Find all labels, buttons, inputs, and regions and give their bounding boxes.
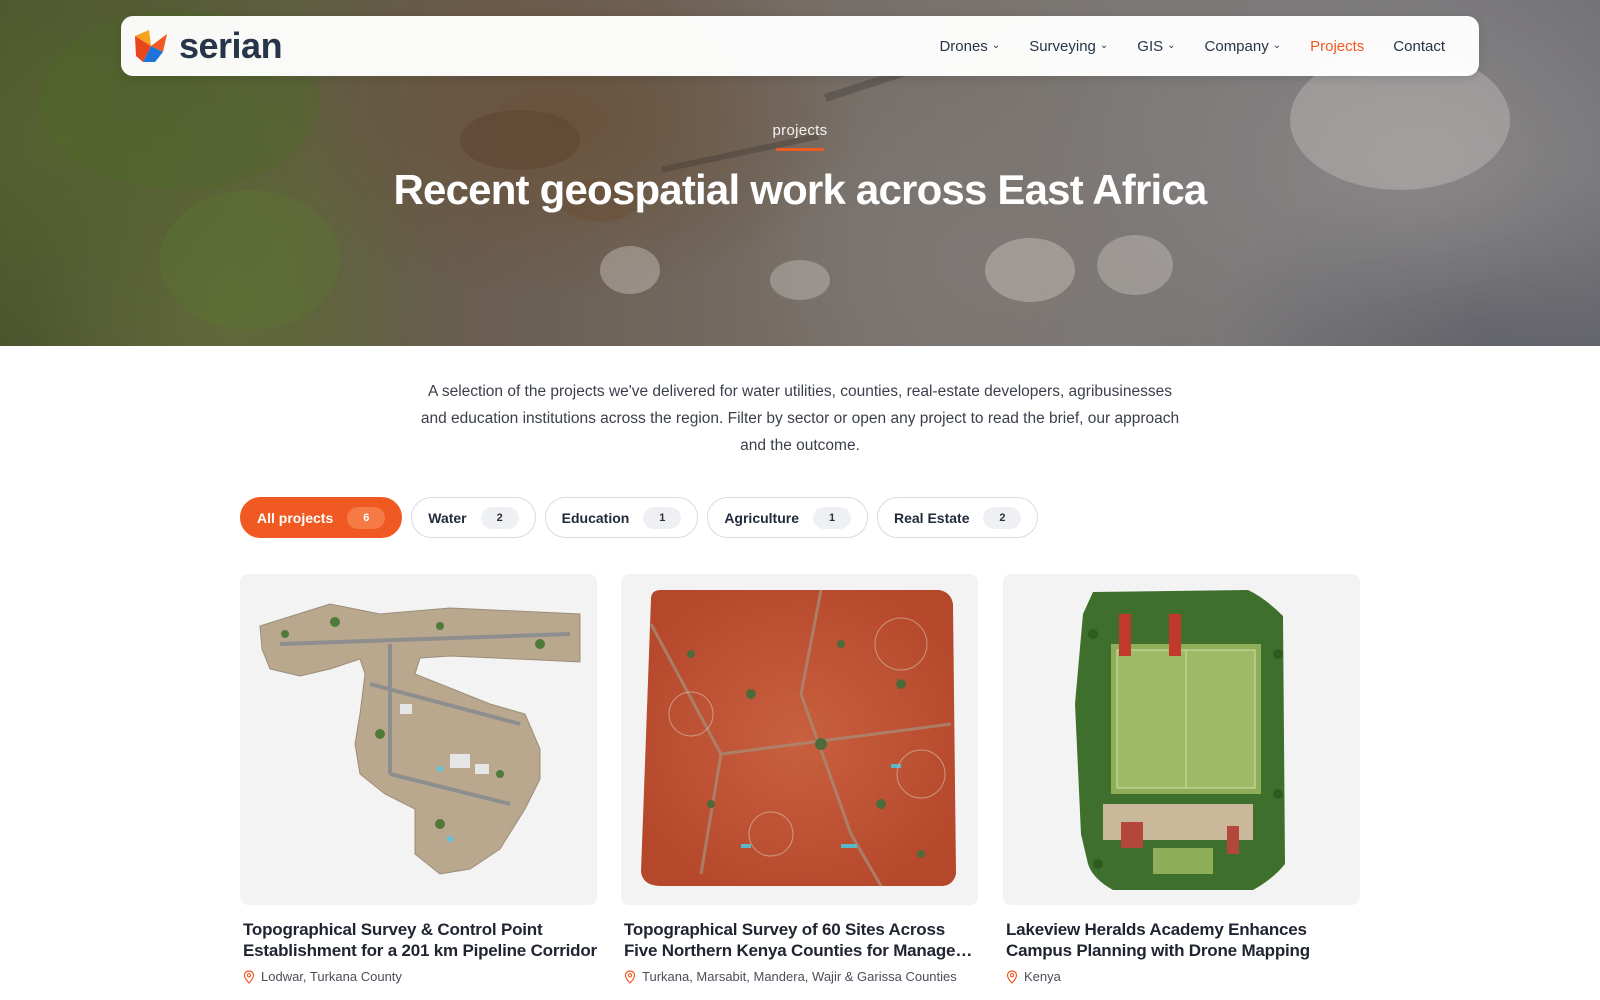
filter-label: All projects <box>257 509 334 526</box>
chevron-down-icon: ⌄ <box>991 40 1001 51</box>
project-location-text: Turkana, Marsabit, Mandera, Wajir & Gari… <box>642 969 957 984</box>
project-location-text: Kenya <box>1024 969 1061 984</box>
filter-chip-education[interactable]: Education 1 <box>544 497 699 538</box>
chevron-down-icon: ⌄ <box>1167 40 1176 51</box>
filter-count-badge: 6 <box>347 506 386 529</box>
project-title[interactable]: Lakeview Heralds Academy Enhances Campus… <box>1003 919 1360 961</box>
project-location: Lodwar, Turkana County <box>240 969 597 984</box>
campus-orthomosaic <box>1075 590 1285 890</box>
nav-links: Drones ⌄ Surveying ⌄ GIS ⌄ Company ⌄ Projects Con… <box>939 16 1445 76</box>
nav-item-label: Company <box>1204 37 1269 55</box>
serian-logo-icon <box>135 30 167 62</box>
nav-item-drones[interactable]: Drones ⌄ <box>939 38 1000 55</box>
filter-chip-agriculture[interactable]: Agriculture 1 <box>707 497 868 538</box>
filter-count-badge: 1 <box>643 506 682 529</box>
project-image[interactable] <box>240 574 597 905</box>
eyebrow-underline <box>776 148 824 151</box>
nav-item-label: Contact <box>1393 37 1445 55</box>
project-image[interactable] <box>621 574 978 905</box>
nav-item-surveying[interactable]: Surveying ⌄ <box>1029 38 1108 55</box>
nav-item-label: GIS <box>1137 37 1164 55</box>
nav-item-label: Surveying <box>1029 37 1096 55</box>
aquifer-sites-orthomosaic <box>641 589 956 887</box>
pipeline-corridor-orthomosaic <box>259 603 581 875</box>
nav-item-company[interactable]: Company ⌄ <box>1205 38 1282 55</box>
project-location: Kenya <box>1003 969 1360 984</box>
filter-label: Water <box>428 509 467 526</box>
nav-item-projects[interactable]: Projects <box>1310 38 1364 55</box>
project-card[interactable]: Topographical Survey & Control Point Est… <box>240 574 597 984</box>
filter-count-badge: 1 <box>813 506 851 529</box>
project-image[interactable] <box>1003 574 1360 905</box>
top-navigation: serian Drones ⌄ Surveying ⌄ GIS ⌄ Company ⌄ Proj… <box>121 16 1479 76</box>
nav-item-label: Projects <box>1310 37 1365 55</box>
project-card[interactable]: Topographical Survey of 60 Sites Across … <box>621 574 978 984</box>
nav-item-label: Drones <box>939 37 988 55</box>
filter-count-badge: 2 <box>480 506 519 529</box>
nav-item-contact[interactable]: Contact <box>1393 38 1445 55</box>
brand-logo[interactable]: serian <box>133 25 283 66</box>
filter-chip-water[interactable]: Water 2 <box>411 497 536 538</box>
nav-item-gis[interactable]: GIS ⌄ <box>1137 38 1175 55</box>
page-title: Recent geospatial work across East Afric… <box>393 166 1208 213</box>
filter-count-badge: 2 <box>983 506 1022 529</box>
filter-chip-all-projects[interactable]: All projects 6 <box>240 497 403 538</box>
map-pin-icon <box>624 969 636 984</box>
intro-paragraph: A selection of the projects we've delive… <box>420 383 1180 454</box>
project-title[interactable]: Topographical Survey of 60 Sites Across … <box>621 919 978 961</box>
filter-chip-real-estate[interactable]: Real Estate 2 <box>877 497 1039 538</box>
project-location-text: Lodwar, Turkana County <box>261 969 402 984</box>
filter-label: Agriculture <box>724 509 799 526</box>
project-title[interactable]: Topographical Survey & Control Point Est… <box>240 919 597 961</box>
project-location: Turkana, Marsabit, Mandera, Wajir & Gari… <box>621 969 978 984</box>
chevron-down-icon: ⌄ <box>1099 40 1109 51</box>
filter-label: Real Estate <box>894 509 970 526</box>
hero-eyebrow: projects <box>772 122 828 139</box>
brand-name: serian <box>179 25 283 66</box>
sector-filter-bar: All projects 6 Water 2 Education 1 Agriculture… <box>240 497 1039 538</box>
filter-label: Education <box>561 509 630 526</box>
map-pin-icon <box>243 969 255 984</box>
project-card[interactable]: Lakeview Heralds Academy Enhances Campus… <box>1003 574 1360 984</box>
map-pin-icon <box>1006 969 1018 984</box>
chevron-down-icon: ⌄ <box>1272 40 1282 51</box>
